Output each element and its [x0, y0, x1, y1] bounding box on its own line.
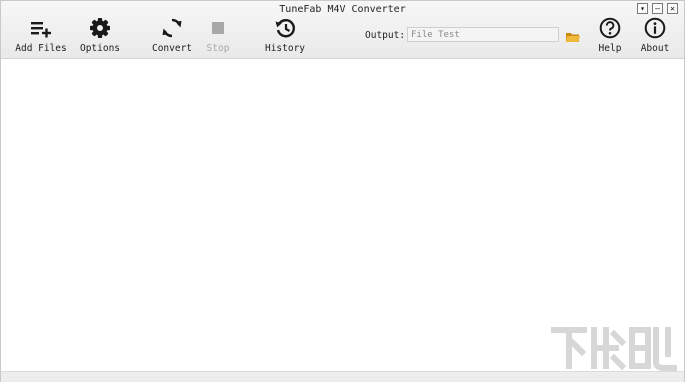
minimize-button[interactable]: – [652, 3, 663, 14]
stop-button[interactable]: Stop [201, 16, 235, 56]
add-files-icon [28, 16, 54, 40]
info-icon [642, 16, 668, 40]
history-button[interactable]: History [263, 16, 307, 56]
help-label: Help [598, 43, 622, 54]
add-files-label: Add Files [15, 43, 67, 54]
output-path-field[interactable] [407, 27, 559, 42]
history-icon [272, 16, 298, 40]
add-files-button[interactable]: Add Files [15, 16, 67, 56]
refresh-icon [159, 16, 185, 40]
help-button[interactable]: Help [597, 16, 623, 56]
about-label: About [640, 43, 670, 54]
watermark-logo [548, 322, 678, 378]
toolbar: TuneFab M4V Converter ▾ – ✕ Add Files Op… [1, 1, 684, 59]
output-label: Output: [365, 30, 406, 41]
about-button[interactable]: About [639, 16, 671, 56]
window-menu-button[interactable]: ▾ [637, 3, 648, 14]
stop-label: Stop [206, 43, 230, 54]
convert-button[interactable]: Convert [151, 16, 193, 56]
convert-label: Convert [151, 43, 193, 54]
window-title: TuneFab M4V Converter [279, 4, 406, 15]
options-label: Options [79, 43, 121, 54]
stop-icon [205, 16, 231, 40]
folder-icon[interactable] [566, 28, 580, 42]
question-icon [597, 16, 623, 40]
options-button[interactable]: Options [79, 16, 121, 56]
close-button[interactable]: ✕ [667, 3, 678, 14]
gear-icon [87, 16, 113, 40]
history-label: History [264, 43, 306, 54]
